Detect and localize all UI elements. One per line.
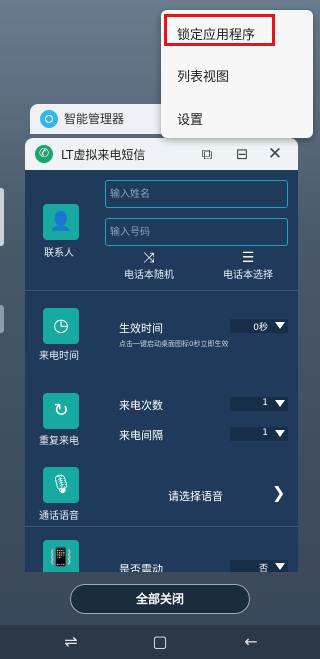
select-voice-text[interactable]: 请选择语音 bbox=[168, 488, 223, 504]
clock-icon[interactable]: ◷ bbox=[43, 308, 79, 344]
effective-time-select[interactable]: 0秒 bbox=[230, 319, 288, 333]
phonebook-choose-label: 电话本选择 bbox=[223, 270, 273, 281]
call-count-value: 1 bbox=[262, 398, 268, 408]
contacts-label: 联系人 bbox=[44, 248, 74, 259]
recent-app-title: 智能管理器 bbox=[64, 112, 125, 126]
home-icon[interactable]: ▢ bbox=[149, 632, 171, 652]
smart-manager-icon bbox=[40, 110, 58, 128]
app-window[interactable]: LT虚拟来电短信 ⧉ ⊟ ✕ 👤 联系人 ⤨ 电话本随机 ☰ 电话本选择 ◷ 来… bbox=[25, 138, 298, 572]
dropdown-arrow-icon bbox=[275, 322, 285, 329]
call-count-select[interactable]: 1 bbox=[230, 397, 288, 411]
list-icon: ☰ bbox=[241, 250, 255, 266]
window-title-bar: LT虚拟来电短信 ⧉ ⊟ ✕ bbox=[25, 138, 298, 170]
split-screen-icon[interactable]: ⊟ bbox=[232, 144, 252, 164]
call-interval-select[interactable]: 1 bbox=[230, 427, 288, 441]
contacts-icon[interactable]: 👤 bbox=[43, 204, 79, 240]
dropdown-arrow-icon bbox=[275, 563, 285, 570]
pop-up-view-icon[interactable]: ⧉ bbox=[197, 144, 217, 164]
vibrate-label: 是否震动 bbox=[119, 563, 163, 572]
app-content: 👤 联系人 ⤨ 电话本随机 ☰ 电话本选择 ◷ 来电时间 生效时间 点击一键启动… bbox=[25, 170, 298, 572]
effective-time-value: 0秒 bbox=[253, 323, 268, 333]
phonebook-random-button[interactable]: ⤨ 电话本随机 bbox=[119, 250, 179, 281]
divider bbox=[25, 526, 298, 527]
edge-panel-handle-secondary[interactable] bbox=[0, 305, 4, 333]
window-title: LT虚拟来电短信 bbox=[61, 148, 146, 162]
dropdown-arrow-icon bbox=[275, 400, 285, 407]
effective-time-hint: 点击一键启动桌面图标0秒立即生效 bbox=[119, 340, 229, 348]
effective-time-label: 生效时间 bbox=[119, 322, 163, 335]
call-time-label: 来电时间 bbox=[39, 351, 79, 362]
edge-panel-handle[interactable] bbox=[0, 188, 4, 246]
app-icon bbox=[35, 145, 53, 163]
shuffle-icon: ⤨ bbox=[143, 250, 155, 266]
number-input[interactable] bbox=[105, 218, 288, 246]
phonebook-random-label: 电话本随机 bbox=[124, 270, 174, 281]
recents-icon[interactable]: ⇌ bbox=[60, 632, 82, 652]
vibrate-icon[interactable]: 📳 bbox=[43, 540, 79, 572]
repeat-call-label: 重复来电 bbox=[39, 436, 79, 447]
menu-item-settings[interactable]: 设置 bbox=[177, 109, 203, 128]
menu-item-list-view[interactable]: 列表视图 bbox=[177, 66, 229, 85]
dropdown-arrow-icon bbox=[275, 430, 285, 437]
name-input[interactable] bbox=[105, 180, 288, 208]
call-count-label: 来电次数 bbox=[119, 399, 163, 412]
phonebook-choose-button[interactable]: ☰ 电话本选择 bbox=[218, 250, 278, 281]
vibrate-value: 否 bbox=[258, 564, 268, 572]
call-voice-label: 通话语音 bbox=[39, 511, 79, 522]
microphone-icon[interactable]: 🎙 bbox=[43, 467, 79, 503]
call-interval-label: 来电间隔 bbox=[119, 429, 163, 442]
vibrate-select[interactable]: 否 bbox=[230, 560, 288, 572]
highlight-box bbox=[164, 14, 275, 46]
repeat-icon[interactable]: ↻ bbox=[43, 393, 79, 429]
back-icon[interactable]: ← bbox=[240, 632, 262, 652]
call-interval-value: 1 bbox=[262, 428, 268, 438]
divider bbox=[25, 290, 298, 291]
navigation-bar: ⇌ ▢ ← bbox=[0, 625, 320, 659]
chevron-right-icon[interactable]: ❯ bbox=[272, 483, 285, 502]
close-all-button[interactable]: 全部关闭 bbox=[70, 584, 250, 614]
close-icon[interactable]: ✕ bbox=[265, 144, 285, 164]
